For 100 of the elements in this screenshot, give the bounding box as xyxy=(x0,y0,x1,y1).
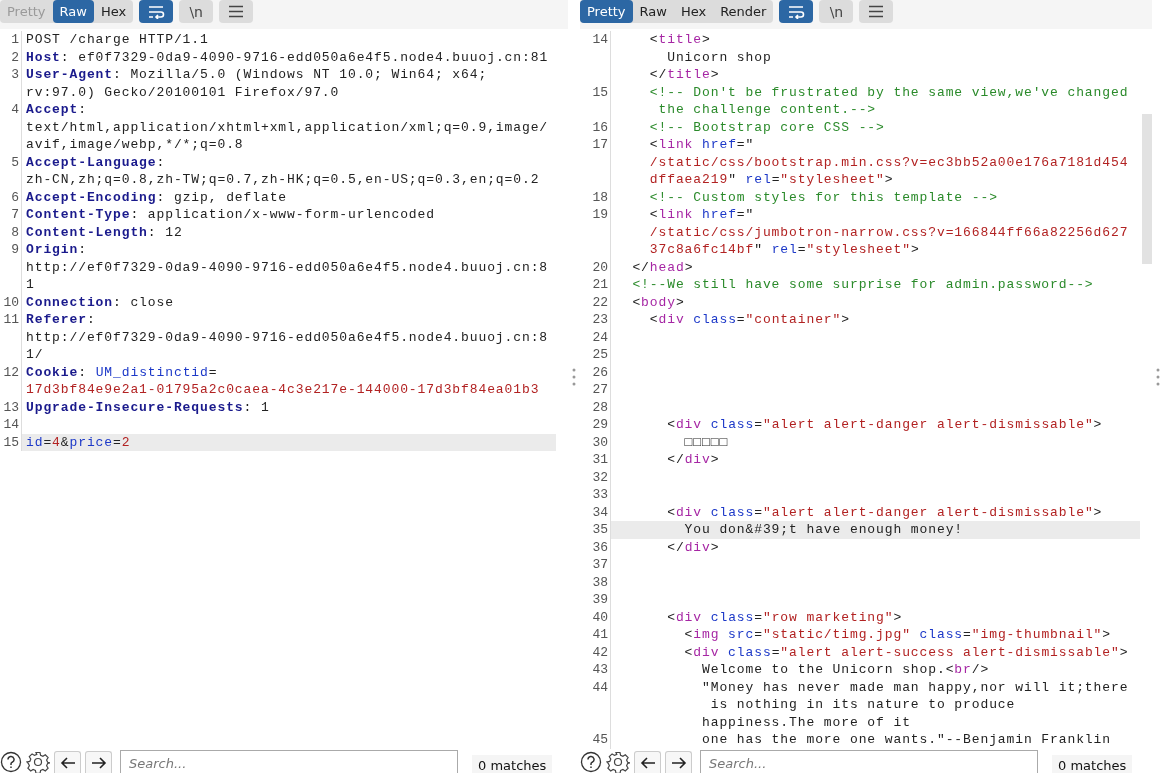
code-line: □□□□□ xyxy=(683,433,730,451)
line-number: 45 xyxy=(580,731,611,749)
line-number: 33 xyxy=(580,486,611,504)
line-number: 21 xyxy=(580,276,611,294)
previous-button[interactable] xyxy=(634,751,661,773)
line-number: 36 xyxy=(580,538,611,556)
code-line: Connection: close xyxy=(25,293,175,311)
line-number: 23 xyxy=(580,311,611,329)
view-tab[interactable]: Render xyxy=(713,0,774,23)
line-number: 16 xyxy=(580,118,611,136)
code-line: </head> xyxy=(631,258,695,276)
code-line: Content-Type: application/x-www-form-urlencoded xyxy=(25,206,436,224)
line-number: 18 xyxy=(580,188,611,206)
line-number: 12 xyxy=(0,363,22,399)
right-arrow-icon xyxy=(90,756,107,769)
menu-icon xyxy=(228,5,245,18)
view-tab[interactable]: Pretty xyxy=(580,0,633,23)
line-number: 17 xyxy=(580,136,611,189)
code-line: Welcome to the Unicorn shop.<br/> xyxy=(701,661,991,679)
menu-icon xyxy=(868,5,885,18)
word-wrap-button[interactable] xyxy=(139,0,174,23)
line-number: 2 xyxy=(0,48,22,66)
line-number: 41 xyxy=(580,626,611,644)
code-line: Host: ef0f7329-0da9-4090-9716-edd050a6e4f5.node4.buuoj.cn:81 xyxy=(25,48,550,66)
newline-toggle-button[interactable]: \n xyxy=(819,0,854,23)
line-number: 34 xyxy=(580,503,611,521)
settings-icon[interactable] xyxy=(606,751,630,773)
code-line: <img src="static/timg.jpg" class="img-thumbnail"> xyxy=(683,626,1112,644)
code-line: <div class="alert alert-success alert-dismissable"> xyxy=(683,643,1130,661)
code-line: POST /charge HTTP/1.1 xyxy=(25,31,210,49)
line-number: 4 xyxy=(0,101,22,154)
line-number: 40 xyxy=(580,608,611,626)
code-line: <body> xyxy=(631,293,686,311)
line-number: 30 xyxy=(580,433,611,451)
code-line: <div class="container"> xyxy=(648,311,851,329)
previous-button[interactable] xyxy=(54,751,81,773)
line-number: 1 xyxy=(0,31,22,49)
scrollbar[interactable] xyxy=(1142,114,1152,264)
code-line: <!-- Don't be frustrated by the same view,we've changed the challenge content.--> xyxy=(648,83,1130,119)
line-number: 44 xyxy=(580,678,611,731)
line-number: 5 xyxy=(0,153,22,189)
line-number: 43 xyxy=(580,661,611,679)
view-tab[interactable]: Raw xyxy=(52,0,94,23)
line-number: 11 xyxy=(0,311,22,364)
word-wrap-button[interactable] xyxy=(779,0,814,23)
line-number: 28 xyxy=(580,398,611,416)
code-line: <div class="alert alert-danger alert-dismissable"> xyxy=(666,503,1104,521)
line-number: 13 xyxy=(0,398,22,416)
code-line: Referer: http://ef0f7329-0da9-4090-9716-edd050a6e4f5.node4.buuoj.cn:8 1/ xyxy=(25,311,550,364)
code-line: Origin: http://ef0f7329-0da9-4090-9716-edd050a6e4f5.node4.buuoj.cn:8 1 xyxy=(25,241,550,294)
code-line: <title> Unicorn shop </title> xyxy=(648,31,773,84)
wrap-icon xyxy=(147,4,166,19)
line-number: 14 xyxy=(0,416,22,434)
code-line: <!-- Custom styles for this template --> xyxy=(648,188,999,206)
next-button[interactable] xyxy=(665,751,692,773)
view-tab[interactable]: Raw xyxy=(632,0,674,23)
settings-icon[interactable] xyxy=(26,751,50,773)
line-number: 22 xyxy=(580,293,611,311)
match-count: 0 matches xyxy=(472,755,553,773)
search-field[interactable]: Search... xyxy=(700,750,1038,773)
search-field[interactable]: Search... xyxy=(120,750,458,773)
line-number: 6 xyxy=(0,188,22,206)
left-arrow-icon xyxy=(639,756,656,769)
line-number: 9 xyxy=(0,241,22,294)
code-line: <link href=" /static/css/jumbotron-narrow.css?v=166844ff66a82256d627 37c8a6fc14bf" rel="stylesheet"> xyxy=(648,206,1130,259)
line-number: 25 xyxy=(580,346,611,364)
resize-handle[interactable] xyxy=(572,367,576,386)
code-line: Upgrade-Insecure-Requests: 1 xyxy=(25,398,271,416)
line-number: 37 xyxy=(580,556,611,574)
menu-button[interactable] xyxy=(219,0,254,23)
line-number: 8 xyxy=(0,223,22,241)
line-number: 24 xyxy=(580,328,611,346)
view-tab[interactable]: Hex xyxy=(673,0,714,23)
code-line: <div class="row marketing"> xyxy=(666,608,904,626)
line-number: 19 xyxy=(580,206,611,259)
code-line: <!-- Bootstrap core CSS --> xyxy=(648,118,886,136)
code-line: </div> xyxy=(666,451,721,469)
help-icon[interactable] xyxy=(0,751,22,773)
right-arrow-icon xyxy=(670,756,687,769)
line-number: 31 xyxy=(580,451,611,469)
match-count: 0 matches xyxy=(1052,755,1133,773)
menu-button[interactable] xyxy=(859,0,894,23)
line-number: 14 xyxy=(580,31,611,84)
code-line: one has the more one wants."--Benjamin Franklin xyxy=(701,731,1112,749)
code-line: <link href=" /static/css/bootstrap.min.css?v=ec3bb52a00e176a7181d454 dffaea219" rel="stylesheet"> xyxy=(648,136,1130,189)
code-line: Accept-Language: zh-CN,zh;q=0.8,zh-TW;q=0.7,zh-HK;q=0.5,en-US;q=0.3,en;q=0.2 xyxy=(25,153,541,189)
code-line: <div class="alert alert-danger alert-dismissable"> xyxy=(666,416,1104,434)
line-number: 42 xyxy=(580,643,611,661)
code-line: <!--We still have some surprise for admin.password--> xyxy=(631,276,1095,294)
newline-toggle-button[interactable]: \n xyxy=(179,0,214,23)
line-number: 27 xyxy=(580,381,611,399)
code-line: Accept-Encoding: gzip, deflate xyxy=(25,188,289,206)
view-tab[interactable]: Hex xyxy=(93,0,134,23)
line-number: 29 xyxy=(580,416,611,434)
line-number: 7 xyxy=(0,206,22,224)
line-number: 32 xyxy=(580,468,611,486)
resize-handle[interactable] xyxy=(1156,367,1160,386)
next-button[interactable] xyxy=(85,751,112,773)
help-icon[interactable] xyxy=(580,751,602,773)
left-arrow-icon xyxy=(59,756,76,769)
